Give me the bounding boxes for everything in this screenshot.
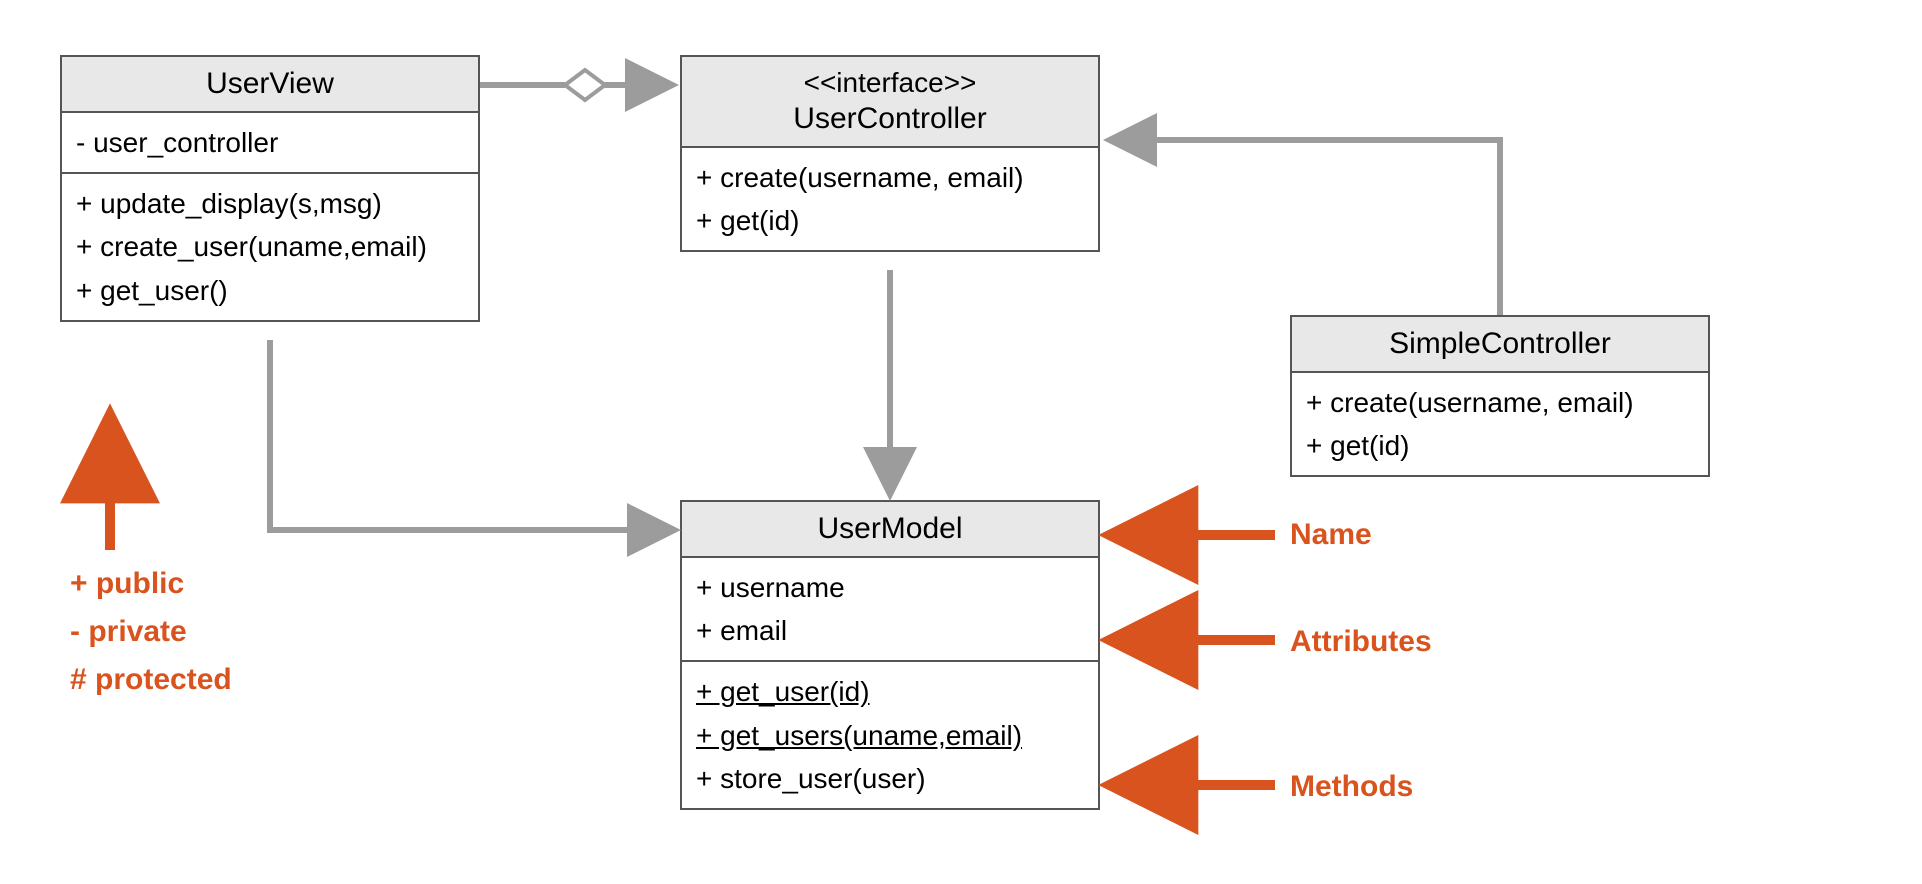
methods-section: + update_display(s,msg) + create_user(un…: [62, 174, 478, 320]
method-row: + get(id): [1306, 424, 1694, 467]
class-user-controller: <<interface>> UserController + create(us…: [680, 55, 1100, 252]
method-row: + get_user(): [76, 269, 464, 312]
annotation-methods: Methods: [1290, 770, 1413, 804]
class-user-view: UserView - user_controller + update_disp…: [60, 55, 480, 322]
attributes-section: + username + email: [682, 558, 1098, 663]
method-row: + get_user(id): [696, 670, 1084, 713]
attribute-row: + username: [696, 566, 1084, 609]
realization-simplecontroller-to-usercontroller: [1112, 140, 1500, 315]
attribute-row: - user_controller: [76, 121, 464, 164]
visibility-legend: + public - private # protected: [70, 560, 232, 704]
attributes-section: - user_controller: [62, 113, 478, 174]
class-name: SimpleController: [1292, 317, 1708, 373]
legend-protected: # protected: [70, 656, 232, 704]
class-user-model: UserModel + username + email + get_user(…: [680, 500, 1100, 810]
aggregation-userview-to-usercontroller: [480, 70, 670, 100]
class-name: UserModel: [682, 502, 1098, 558]
class-name-text: UserView: [206, 67, 334, 100]
legend-public: + public: [70, 560, 232, 608]
method-row: + get_users(uname,email): [696, 714, 1084, 757]
class-simple-controller: SimpleController + create(username, emai…: [1290, 315, 1710, 477]
method-row: + get(id): [696, 199, 1084, 242]
methods-section: + create(username, email) + get(id): [682, 148, 1098, 251]
method-row: + create(username, email): [696, 156, 1084, 199]
method-row: + store_user(user): [696, 757, 1084, 800]
class-name-text: UserController: [793, 102, 986, 135]
legend-private: - private: [70, 608, 232, 656]
method-row: + create_user(uname,email): [76, 225, 464, 268]
class-name: <<interface>> UserController: [682, 57, 1098, 148]
dependency-userview-to-usermodel: [270, 340, 672, 530]
class-name-text: UserModel: [817, 512, 962, 545]
class-name: UserView: [62, 57, 478, 113]
method-row: + create(username, email): [1306, 381, 1694, 424]
methods-section: + get_user(id) + get_users(uname,email) …: [682, 662, 1098, 808]
diagram-canvas: UserView - user_controller + update_disp…: [0, 0, 1922, 884]
attribute-row: + email: [696, 609, 1084, 652]
annotation-attributes: Attributes: [1290, 625, 1432, 659]
methods-section: + create(username, email) + get(id): [1292, 373, 1708, 476]
class-name-text: SimpleController: [1389, 327, 1611, 360]
method-row: + update_display(s,msg): [76, 182, 464, 225]
annotation-name: Name: [1290, 518, 1372, 552]
stereotype-text: <<interface>>: [694, 65, 1086, 100]
